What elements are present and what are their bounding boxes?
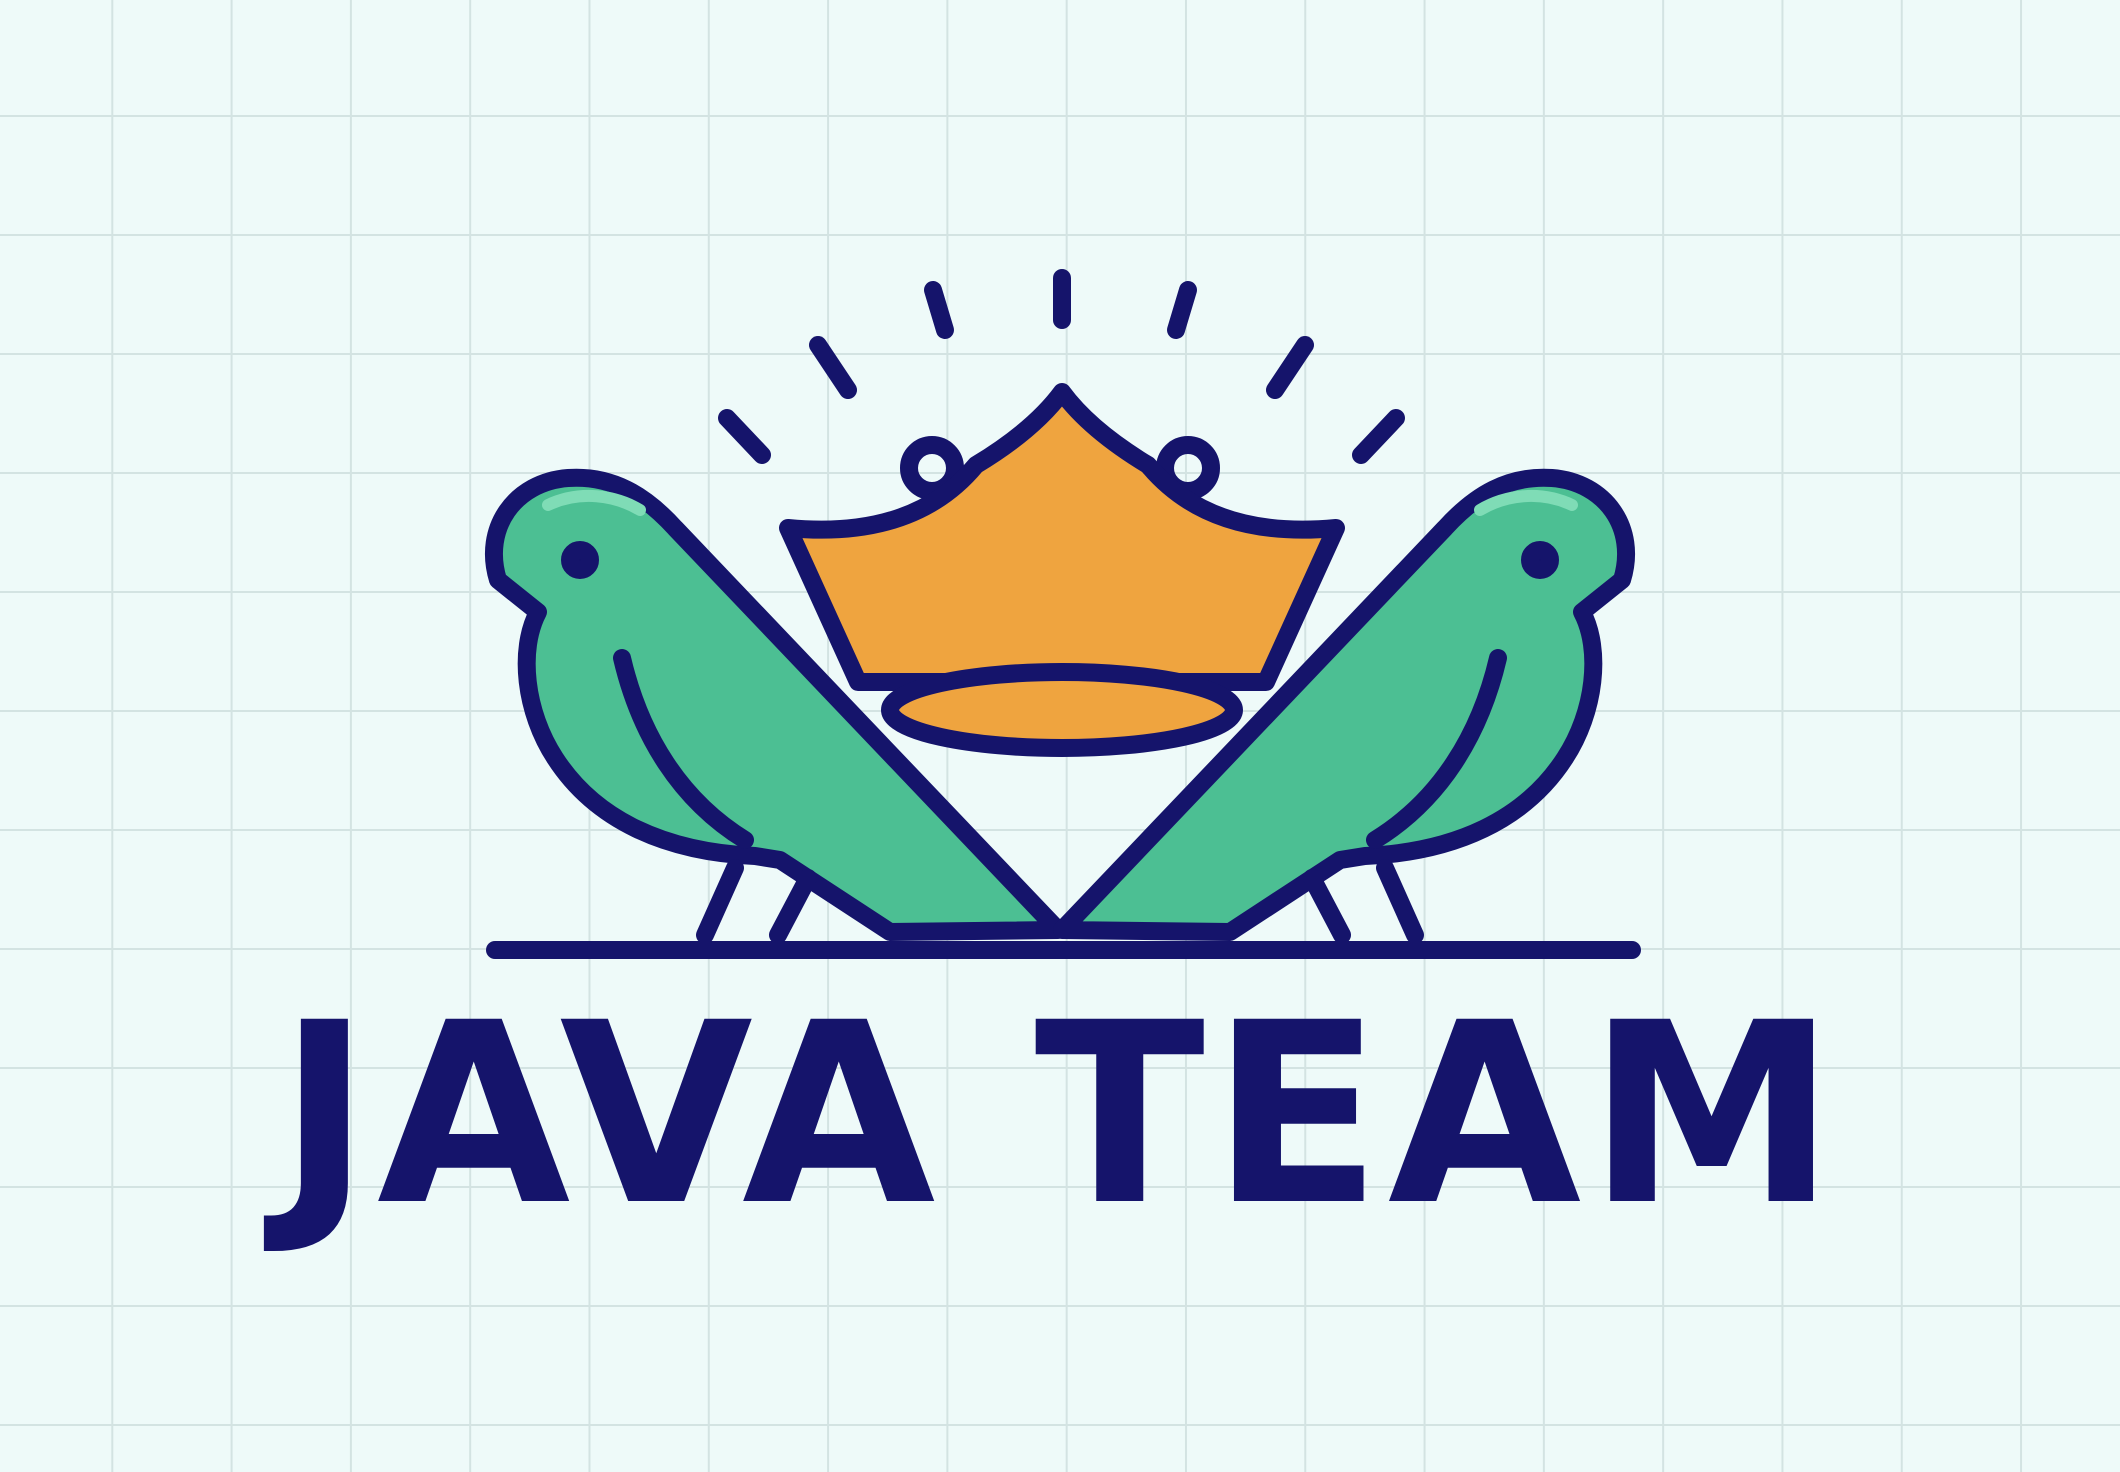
ray-right-3 xyxy=(1352,409,1405,464)
logo-canvas: JAVA TEAM xyxy=(0,0,2120,1472)
logo-wordmark: JAVA TEAM xyxy=(277,969,1843,1260)
ray-left-2 xyxy=(809,336,857,399)
ray-left-1 xyxy=(924,281,954,339)
ray-left-3 xyxy=(718,409,771,464)
ray-right-2 xyxy=(1266,336,1314,399)
crown-icon xyxy=(779,383,1345,757)
ray-right-1 xyxy=(1167,281,1197,339)
